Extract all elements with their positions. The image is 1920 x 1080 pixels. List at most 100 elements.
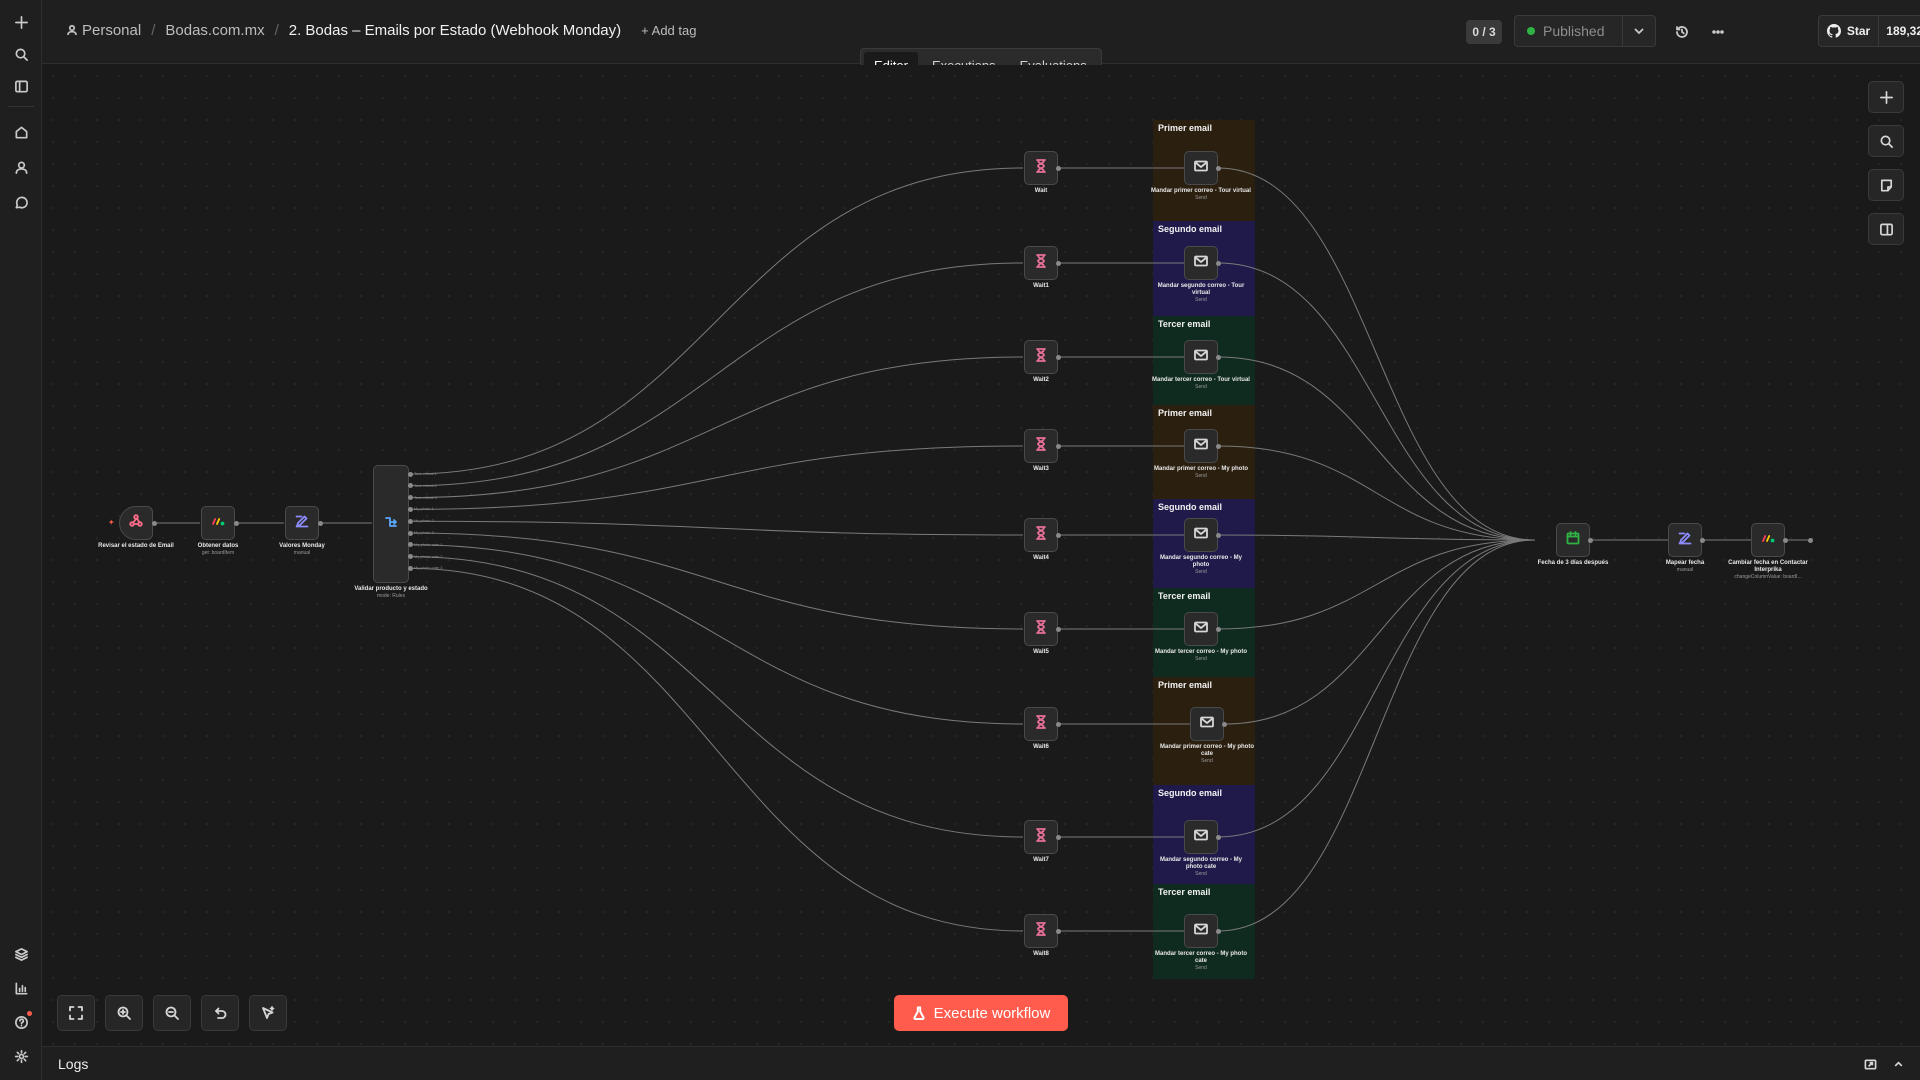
connection-line [1217, 167, 1536, 541]
update-monday-node[interactable] [1751, 523, 1785, 557]
chat-icon[interactable] [9, 190, 33, 214]
edit-icon [1677, 530, 1693, 551]
send-email-node-title: Mandar segundo correo - Tour virtual [1157, 283, 1245, 296]
search-icon[interactable] [9, 42, 33, 66]
github-star-count: 189,324 [1886, 24, 1920, 38]
update-monday-node-subtitle: changeColumnValue: boardI... [1734, 574, 1802, 580]
sidebar-toggle-icon[interactable] [9, 74, 33, 98]
webhook-trigger-node-title: Revisar el estado de Email [98, 543, 174, 549]
templates-icon[interactable] [9, 942, 33, 966]
zoom-out-icon [165, 1006, 179, 1020]
zoom-in-button[interactable] [105, 995, 143, 1031]
home-icon[interactable] [9, 120, 33, 144]
send-email-node-title: Mandar primer correo - My photo [1153, 466, 1248, 472]
breadcrumb-project[interactable]: Personal [66, 22, 141, 39]
valores-monday-node[interactable] [285, 506, 319, 540]
send-email-node[interactable] [1184, 612, 1218, 646]
github-star-widget[interactable]: Star 189,324 [1818, 15, 1920, 47]
obtener-datos-node-title: Obtener datos [197, 543, 239, 549]
switch-output-port [407, 483, 413, 489]
route-label: Tour virtual 1 [414, 471, 437, 476]
send-email-node[interactable] [1184, 246, 1218, 280]
tidy-up-button[interactable] [249, 995, 287, 1031]
github-star-label: Star [1846, 24, 1871, 38]
monday-icon [1760, 530, 1776, 551]
mapear-fecha-node[interactable] [1668, 523, 1702, 557]
output-port [1055, 443, 1061, 449]
rail-divider [8, 106, 34, 107]
zoom-out-button[interactable] [153, 995, 191, 1031]
wait-node[interactable] [1024, 820, 1058, 854]
route-label: My photo 3 [414, 530, 434, 535]
chevron-down-icon[interactable] [1623, 16, 1655, 46]
workflow-title[interactable]: 2. Bodas – Emails por Estado (Webhook Mo… [289, 22, 621, 39]
undo-button[interactable] [201, 995, 239, 1031]
logs-panel-bar[interactable]: Logs [42, 1046, 1920, 1080]
history-icon[interactable] [1670, 20, 1694, 44]
canvas-search-button[interactable] [1868, 125, 1904, 157]
send-email-node-subtitle: Send [1195, 195, 1207, 201]
send-email-node[interactable] [1184, 151, 1218, 185]
workflow-canvas[interactable]: Primer email Segundo email Tercer email Pri… [42, 65, 1920, 1045]
chevron-up-icon[interactable] [1890, 1056, 1906, 1072]
route-label: My photo cate 2 [414, 553, 443, 559]
connection-line [1217, 445, 1536, 541]
wait-node[interactable] [1024, 914, 1058, 948]
published-button[interactable]: Published [1515, 16, 1623, 46]
wait-node[interactable] [1024, 707, 1058, 741]
wait-icon [1033, 619, 1049, 640]
panel-toggle-button[interactable] [1868, 213, 1904, 245]
obtener-datos-node[interactable] [201, 506, 235, 540]
add-tag-button[interactable]: + Add tag [641, 23, 696, 38]
wait-node[interactable] [1024, 429, 1058, 463]
breadcrumb-folder[interactable]: Bodas.com.mx [165, 22, 264, 39]
wait-node[interactable] [1024, 340, 1058, 374]
mail-icon [1193, 347, 1209, 368]
output-port [1055, 928, 1061, 934]
send-email-node[interactable] [1184, 914, 1218, 948]
popout-icon[interactable] [1862, 1056, 1878, 1072]
github-icon [1826, 24, 1841, 38]
webhook-trigger-node[interactable] [119, 506, 153, 540]
add-icon[interactable] [9, 10, 33, 34]
route-label: Tour virtual 2 [414, 482, 437, 488]
send-email-node[interactable] [1184, 429, 1218, 463]
wait-node-label: Wait2 [991, 377, 1091, 384]
switch-node[interactable] [373, 465, 409, 583]
wait-node-label: Wait3 [991, 466, 1091, 473]
switch-output-port [407, 542, 413, 548]
send-email-node[interactable] [1184, 820, 1218, 854]
execute-workflow-button[interactable]: Execute workflow [894, 995, 1068, 1031]
send-email-node-subtitle: Send [1195, 965, 1207, 971]
output-port [1055, 721, 1061, 727]
fit-view-button[interactable] [57, 995, 95, 1031]
wait-node-label: Wait [991, 188, 1091, 195]
send-email-node[interactable] [1190, 707, 1224, 741]
switch-output-port [407, 471, 413, 477]
connection-line [1217, 534, 1536, 541]
wait-node[interactable] [1024, 246, 1058, 280]
send-email-node[interactable] [1184, 340, 1218, 374]
mapear-fecha-node-title: Mapear fecha [1665, 560, 1705, 566]
person-icon [67, 24, 77, 36]
wait-icon [1033, 436, 1049, 457]
add-node-button[interactable] [1868, 81, 1904, 113]
help-icon[interactable] [9, 1010, 33, 1034]
more-options-icon[interactable] [1706, 20, 1730, 44]
user-icon[interactable] [9, 155, 33, 179]
settings-icon[interactable] [9, 1044, 33, 1068]
connection-line [1223, 539, 1536, 725]
date-node[interactable] [1556, 523, 1590, 557]
webhook-icon [128, 513, 144, 534]
wait-node[interactable] [1024, 518, 1058, 552]
wait-node[interactable] [1024, 612, 1058, 646]
send-email-node-label: Mandar primer correo - Tour virtual Send [1151, 188, 1251, 202]
output-port [317, 520, 323, 526]
github-star-button[interactable]: Star [1819, 16, 1879, 46]
wait-node-label: Wait1 [991, 283, 1091, 290]
insights-icon[interactable] [9, 976, 33, 1000]
sticky-note-button[interactable] [1868, 169, 1904, 201]
wait-node[interactable] [1024, 151, 1058, 185]
send-email-node[interactable] [1184, 518, 1218, 552]
connection-line [409, 567, 1024, 932]
